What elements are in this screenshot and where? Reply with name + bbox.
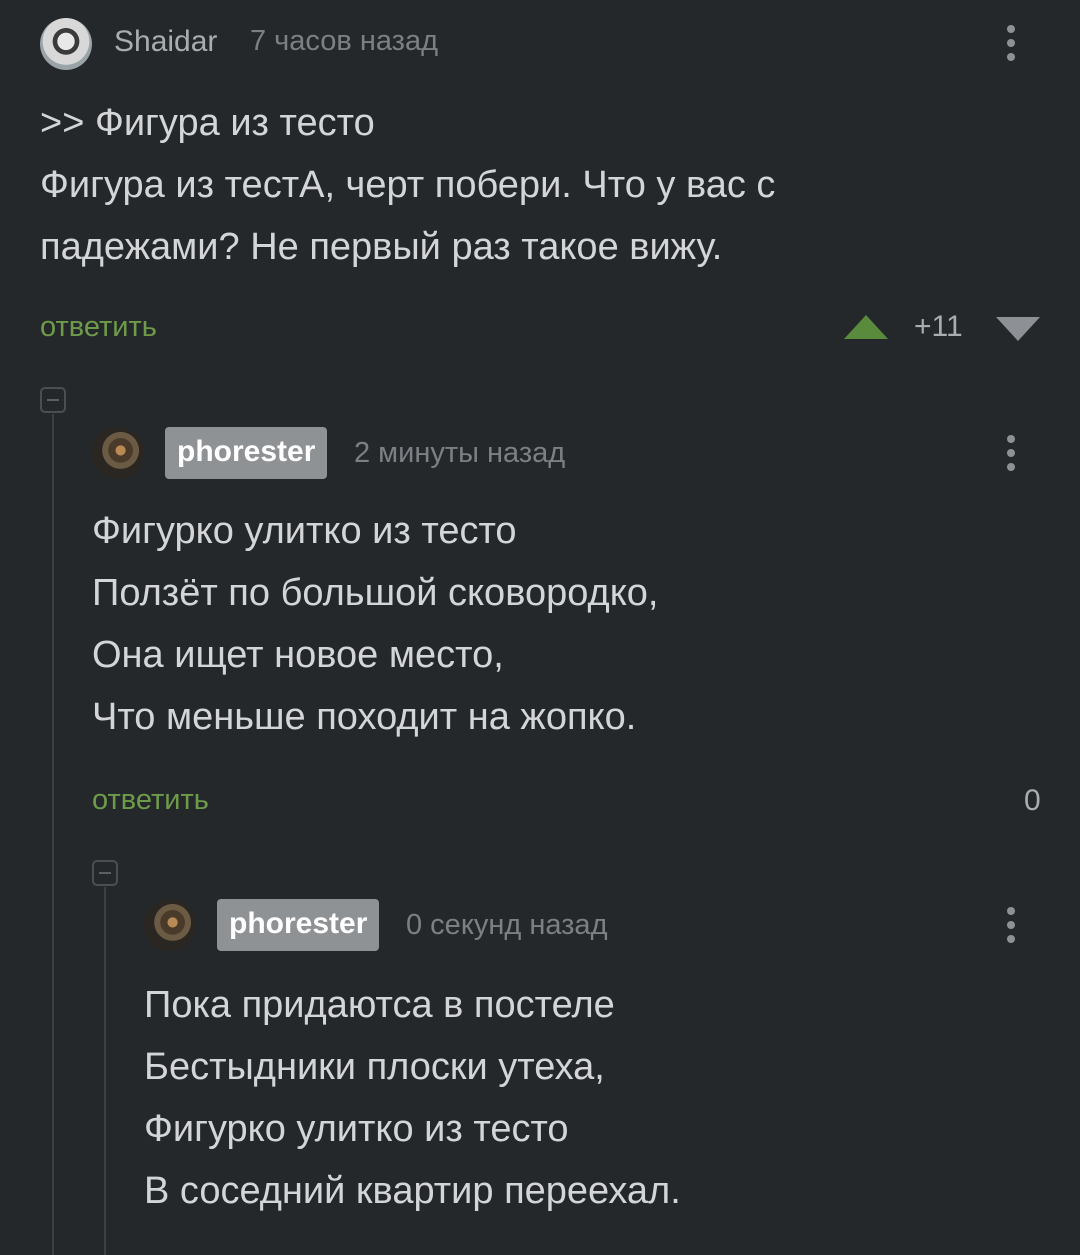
upvote-icon[interactable] xyxy=(842,313,890,341)
avatar[interactable] xyxy=(92,427,144,479)
avatar[interactable] xyxy=(144,899,196,951)
thread-line xyxy=(52,414,54,1255)
comment-text: Пока придаютса в постеле Бестыдники плос… xyxy=(144,984,681,1212)
more-options-icon[interactable] xyxy=(1005,435,1017,471)
downvote-icon[interactable] xyxy=(994,315,1042,343)
author-badge[interactable]: phorester xyxy=(165,427,328,479)
thread-line xyxy=(104,887,106,1255)
comment-time: 7 часов назад xyxy=(250,25,439,57)
rating-count: +11 xyxy=(914,310,963,343)
author-name[interactable]: Shaidar xyxy=(114,25,217,59)
more-options-icon[interactable] xyxy=(1005,25,1017,61)
comment-text: >> Фигура из тесто Фигура из тестА, черт… xyxy=(40,102,776,268)
collapse-thread-icon[interactable] xyxy=(40,387,66,413)
comment-text: Фигурко улитко из тесто Ползёт по большо… xyxy=(92,510,659,738)
avatar[interactable] xyxy=(40,18,92,70)
comment-time: 2 минуты назад xyxy=(354,437,566,469)
reply-link[interactable]: ответить xyxy=(40,311,157,344)
collapse-thread-icon[interactable] xyxy=(92,860,118,886)
author-badge[interactable]: phorester xyxy=(217,899,380,951)
rating-count: 0 xyxy=(1024,784,1041,817)
comment-time: 0 секунд назад xyxy=(406,909,608,941)
more-options-icon[interactable] xyxy=(1005,907,1017,943)
reply-link[interactable]: ответить xyxy=(92,784,209,817)
